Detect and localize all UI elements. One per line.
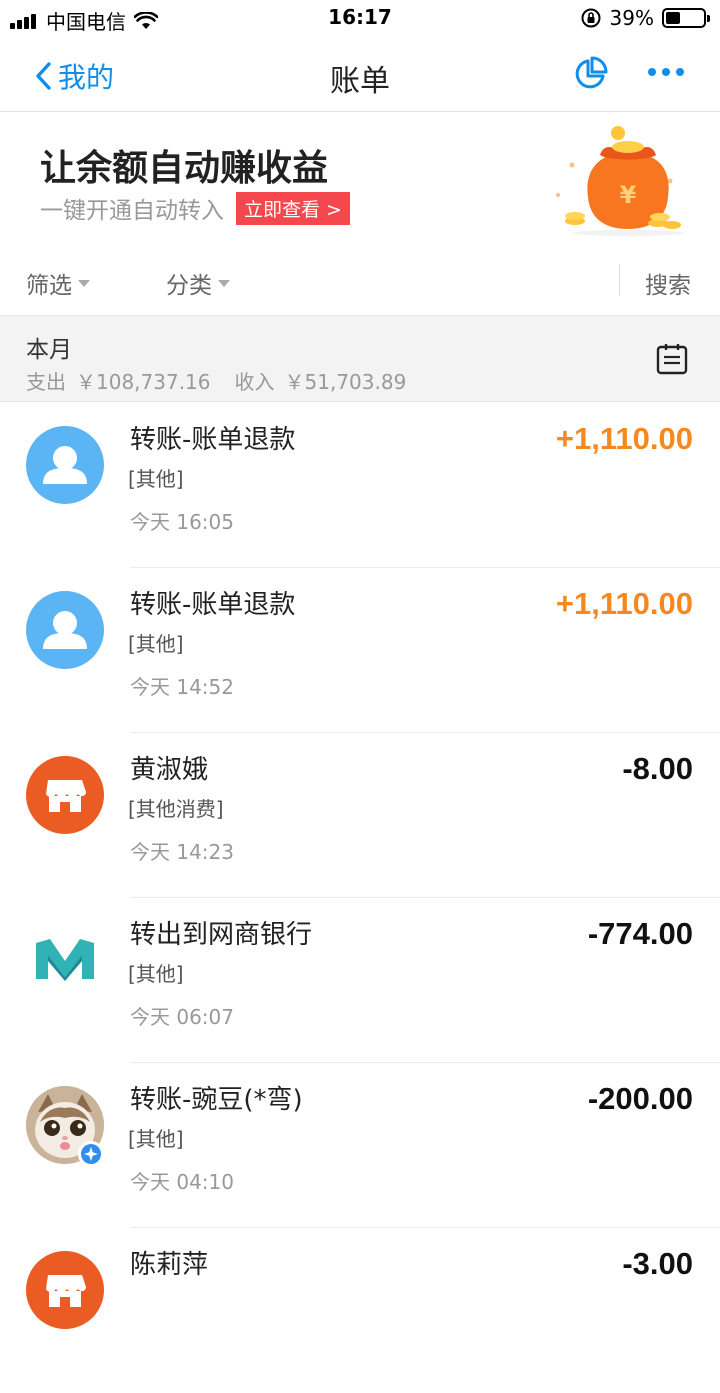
transaction-title: 转账-账单退款 bbox=[130, 425, 296, 455]
caret-down-icon bbox=[78, 279, 90, 287]
pie-chart-icon bbox=[575, 56, 608, 89]
caret-down-icon bbox=[218, 279, 230, 287]
income-value: ￥51,703.89 bbox=[284, 370, 407, 394]
banner-title: 让余额自动赚收益 bbox=[40, 148, 329, 189]
banner-subtitle-row: 一键开通自动转入 立即查看 > bbox=[40, 191, 350, 225]
transaction-title: 转账-豌豆(*弯) bbox=[130, 1085, 303, 1115]
transaction-amount: -774.00 bbox=[587, 916, 693, 951]
person-icon bbox=[26, 591, 104, 669]
transaction-row[interactable]: 转出到网商银行 [其他] 今天 06:07 -774.00 bbox=[0, 898, 720, 1063]
person-icon bbox=[26, 426, 104, 504]
month-summary: 支出 ￥108,737.16 收入 ￥51,703.89 bbox=[26, 366, 416, 395]
shop-icon bbox=[26, 1251, 104, 1329]
transaction-row[interactable]: 转账-账单退款 [其他] 今天 14:52 +1,110.00 bbox=[0, 568, 720, 733]
nav-bar: 我的 账单 bbox=[0, 36, 720, 112]
transaction-title: 陈莉萍 bbox=[130, 1250, 209, 1280]
month-header: 本月 支出 ￥108,737.16 收入 ￥51,703.89 bbox=[0, 315, 720, 402]
category-dropdown[interactable]: 分类 bbox=[166, 266, 230, 300]
battery-percent: 39% bbox=[609, 6, 654, 30]
filter-label: 筛选 bbox=[26, 273, 72, 299]
transaction-time: 今天 04:10 bbox=[130, 1170, 234, 1194]
transaction-category: [其他消费] bbox=[128, 797, 224, 821]
transaction-time: 今天 16:05 bbox=[130, 510, 234, 534]
filter-bar: 筛选 分类 搜索 bbox=[0, 248, 720, 314]
transaction-row[interactable]: 转账-豌豆(*弯) [其他] 今天 04:10 -200.00 bbox=[0, 1063, 720, 1228]
svg-text:¥: ¥ bbox=[620, 181, 637, 209]
transaction-row[interactable]: 转账-账单退款 [其他] 今天 16:05 +1,110.00 bbox=[0, 403, 720, 568]
category-label: 分类 bbox=[166, 273, 212, 299]
transaction-amount: -3.00 bbox=[622, 1246, 693, 1281]
status-bar: 中国电信 16:17 39% bbox=[0, 0, 720, 36]
transaction-category: [其他] bbox=[128, 632, 184, 656]
transaction-time: 今天 06:07 bbox=[130, 1005, 234, 1029]
transaction-title: 转出到网商银行 bbox=[130, 920, 313, 950]
verified-badge-icon bbox=[78, 1141, 104, 1167]
transaction-amount: -200.00 bbox=[587, 1081, 693, 1116]
transaction-row[interactable]: 陈莉萍 -3.00 bbox=[0, 1228, 720, 1393]
expense-value: ￥108,737.16 bbox=[76, 370, 211, 394]
transaction-row[interactable]: 黄淑娥 [其他消费] 今天 14:23 -8.00 bbox=[0, 733, 720, 898]
mybank-logo bbox=[26, 921, 104, 999]
battery-icon bbox=[662, 8, 710, 28]
filter-dropdown[interactable]: 筛选 bbox=[26, 266, 90, 300]
chart-button[interactable] bbox=[572, 56, 608, 96]
status-right: 39% bbox=[580, 6, 710, 30]
transaction-amount: +1,110.00 bbox=[555, 421, 693, 456]
expense-label: 支出 bbox=[26, 370, 66, 394]
transaction-title: 转账-账单退款 bbox=[130, 590, 296, 620]
income-label: 收入 bbox=[234, 370, 275, 394]
month-label: 本月 bbox=[26, 337, 72, 363]
filter-divider bbox=[619, 264, 620, 296]
banner-subtitle: 一键开通自动转入 bbox=[40, 198, 224, 224]
shop-icon bbox=[26, 756, 104, 834]
view-now-button[interactable]: 立即查看 > bbox=[236, 191, 350, 225]
money-bag-icon: ¥ bbox=[556, 126, 683, 236]
promo-banner[interactable]: 让余额自动赚收益 一键开通自动转入 立即查看 > ¥ bbox=[0, 113, 720, 247]
orientation-lock-icon bbox=[581, 8, 601, 28]
transaction-amount: -8.00 bbox=[622, 751, 693, 786]
transaction-title: 黄淑娥 bbox=[130, 755, 209, 785]
page-title: 账单 bbox=[330, 64, 390, 99]
transaction-time: 今天 14:23 bbox=[130, 840, 234, 864]
transaction-time: 今天 14:52 bbox=[130, 675, 234, 699]
search-button[interactable]: 搜索 bbox=[645, 266, 691, 300]
more-button[interactable] bbox=[648, 68, 690, 76]
calendar-icon[interactable] bbox=[655, 342, 689, 376]
transaction-category: [其他] bbox=[128, 962, 184, 986]
transaction-category: [其他] bbox=[128, 467, 184, 491]
transaction-amount: +1,110.00 bbox=[555, 586, 693, 621]
battery-level bbox=[666, 12, 681, 24]
transaction-category: [其他] bbox=[128, 1127, 184, 1151]
